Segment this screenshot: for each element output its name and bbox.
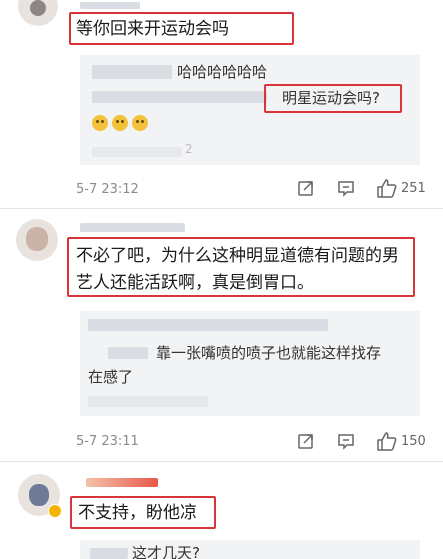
username[interactable] — [80, 223, 185, 232]
emoji-row — [92, 115, 148, 131]
reply-username[interactable] — [90, 548, 128, 559]
avatar[interactable] — [18, 0, 58, 26]
like-button[interactable]: 150 — [376, 431, 426, 451]
comment-icon[interactable] — [337, 179, 355, 197]
like-count: 150 — [401, 433, 426, 449]
reply-text: 在感了 — [88, 368, 134, 386]
reply-username[interactable] — [92, 147, 182, 157]
comment-1: 等你回来开运动会吗 哈哈哈哈哈哈 明星运动会吗? 2 5-7 23:12 251 — [0, 0, 443, 210]
reply-username[interactable] — [88, 319, 328, 331]
verified-badge-icon — [48, 504, 62, 518]
avatar[interactable] — [16, 219, 58, 261]
reply-text: 哈哈哈哈哈哈 — [177, 63, 268, 81]
emoji-icon — [92, 115, 108, 131]
like-button[interactable]: 251 — [376, 178, 426, 198]
reply-username[interactable] — [92, 91, 267, 103]
comment-2: 不必了吧，为什么这种明显道德有问题的男 艺人还能活跃啊，真是倒胃口。 靠一张嘴喷… — [0, 209, 443, 459]
reply-area[interactable]: 这才几天? — [80, 540, 420, 559]
reply-username[interactable] — [108, 347, 148, 359]
comment-text-line-1: 不必了吧，为什么这种明显道德有问题的男 — [76, 246, 399, 266]
username[interactable] — [86, 478, 158, 487]
comment-text: 不支持，盼他凉 — [78, 503, 197, 523]
reply-area[interactable]: 靠一张嘴喷的喷子也就能这样找存 在感了 — [80, 311, 420, 416]
username[interactable] — [80, 2, 140, 9]
emoji-icon — [132, 115, 148, 131]
reply-text: 靠一张嘴喷的喷子也就能这样找存 — [156, 344, 382, 362]
share-icon[interactable] — [297, 432, 315, 450]
share-icon[interactable] — [297, 179, 315, 197]
comment-text-line-2: 艺人还能活跃啊，真是倒胃口。 — [76, 273, 314, 293]
timestamp: 5-7 23:12 — [76, 182, 139, 197]
timestamp: 5-7 23:11 — [76, 434, 139, 449]
reply-username[interactable] — [92, 65, 172, 79]
reply-text: 2 — [185, 142, 193, 156]
like-count: 251 — [401, 180, 426, 196]
thumbs-up-icon — [376, 178, 398, 198]
comment-3: 不支持，盼他凉 这才几天? — [0, 462, 443, 559]
comment-icon[interactable] — [337, 432, 355, 450]
reply-text: 这才几天? — [132, 544, 200, 559]
reply-username[interactable] — [88, 396, 208, 407]
reply-area[interactable]: 哈哈哈哈哈哈 明星运动会吗? 2 — [80, 55, 420, 165]
emoji-icon — [112, 115, 128, 131]
thumbs-up-icon — [376, 431, 398, 451]
comment-text: 等你回来开运动会吗 — [76, 19, 229, 39]
reply-text: 明星运动会吗? — [282, 89, 380, 107]
